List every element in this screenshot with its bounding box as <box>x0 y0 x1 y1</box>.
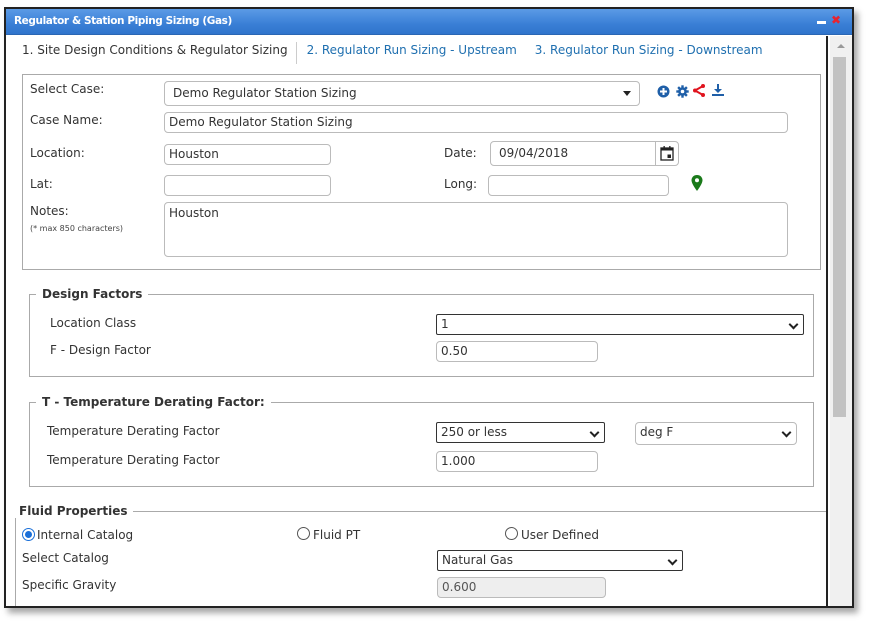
temperature-derating-legend: T - Temperature Derating Factor: <box>36 395 271 409</box>
select-catalog-label: Select Catalog <box>22 551 109 565</box>
caret-down-icon <box>623 91 631 96</box>
notes-label: Notes: <box>30 204 69 218</box>
scrollbar-thumb[interactable] <box>833 57 846 417</box>
select-case-value: Demo Regulator Station Sizing <box>173 86 357 100</box>
tab-site-design-conditions[interactable]: 1. Site Design Conditions & Regulator Si… <box>16 42 297 64</box>
design-factor-input[interactable]: 0.50 <box>436 341 598 362</box>
temp-derating-label-2: Temperature Derating Factor <box>47 453 220 467</box>
long-label: Long: <box>444 177 478 191</box>
chevron-down-icon <box>781 427 792 438</box>
temperature-range-value: 250 or less <box>441 425 508 439</box>
location-class-label: Location Class <box>50 316 137 330</box>
temperature-unit-select[interactable]: deg F <box>635 422 797 445</box>
temperature-range-select[interactable]: 250 or less <box>436 422 605 443</box>
select-case-label: Select Case: <box>30 82 105 96</box>
dialog-titlebar[interactable]: Regulator & Station Piping Sizing (Gas) … <box>6 9 852 35</box>
lat-input[interactable] <box>164 175 331 196</box>
select-catalog-value: Natural Gas <box>442 553 513 567</box>
tab-regulator-run-upstream[interactable]: 2. Regulator Run Sizing - Upstream <box>297 42 525 64</box>
temperature-unit-value: deg F <box>640 425 674 439</box>
scroll-up-arrow-icon[interactable] <box>837 44 845 48</box>
chevron-down-icon <box>589 427 600 438</box>
specific-gravity-label: Specific Gravity <box>22 578 117 592</box>
notes-textarea[interactable]: Houston <box>164 202 788 257</box>
lat-label: Lat: <box>30 177 53 191</box>
location-class-value: 1 <box>441 317 449 331</box>
share-icon[interactable] <box>692 83 706 98</box>
location-input[interactable]: Houston <box>164 144 331 165</box>
dialog-title: Regulator & Station Piping Sizing (Gas) <box>14 15 232 27</box>
gear-icon[interactable] <box>676 85 689 98</box>
design-factors-group <box>29 294 814 377</box>
design-factors-legend: Design Factors <box>36 287 149 301</box>
radio-user-defined[interactable] <box>505 527 518 540</box>
select-catalog-dropdown[interactable]: Natural Gas <box>437 550 683 571</box>
dialog-content: 1. Site Design Conditions & Regulator Si… <box>6 36 828 606</box>
radio-fluid-pt[interactable] <box>297 527 310 540</box>
minimize-icon[interactable] <box>817 21 826 24</box>
regulator-sizing-dialog: Regulator & Station Piping Sizing (Gas) … <box>4 7 854 608</box>
case-name-input[interactable]: Demo Regulator Station Sizing <box>164 112 788 133</box>
fluid-properties-group <box>15 511 826 606</box>
date-input[interactable]: 09/04/2018 <box>490 141 656 166</box>
case-name-label: Case Name: <box>30 113 103 127</box>
map-pin-icon[interactable] <box>691 175 703 191</box>
calendar-icon <box>660 146 674 161</box>
temp-derating-label-1: Temperature Derating Factor <box>47 424 220 438</box>
specific-gravity-input[interactable]: 0.600 <box>437 577 606 598</box>
radio-internal-catalog[interactable] <box>22 528 35 541</box>
select-case-dropdown[interactable]: Demo Regulator Station Sizing <box>164 81 640 106</box>
location-label: Location: <box>30 146 85 160</box>
close-icon[interactable]: ✖ <box>831 13 841 27</box>
design-factor-label: F - Design Factor <box>50 343 151 357</box>
long-input[interactable] <box>488 175 669 196</box>
temp-derating-input[interactable]: 1.000 <box>436 451 598 472</box>
notes-hint: (* max 850 characters) <box>30 224 124 233</box>
tab-bar: 1. Site Design Conditions & Regulator Si… <box>16 42 771 64</box>
date-label: Date: <box>444 146 477 160</box>
radio-internal-catalog-label[interactable]: Internal Catalog <box>37 528 133 542</box>
location-class-select[interactable]: 1 <box>436 314 804 335</box>
add-circle-icon[interactable] <box>657 85 670 98</box>
fluid-properties-legend: Fluid Properties <box>15 504 134 518</box>
radio-user-defined-label[interactable]: User Defined <box>521 528 599 542</box>
vertical-scrollbar[interactable] <box>830 36 852 606</box>
chevron-down-icon <box>667 555 678 566</box>
date-picker-button[interactable] <box>655 141 679 166</box>
chevron-down-icon <box>788 319 799 330</box>
radio-fluid-pt-label[interactable]: Fluid PT <box>313 528 360 542</box>
download-icon[interactable] <box>711 83 725 97</box>
tab-regulator-run-downstream[interactable]: 3. Regulator Run Sizing - Downstream <box>525 42 771 64</box>
